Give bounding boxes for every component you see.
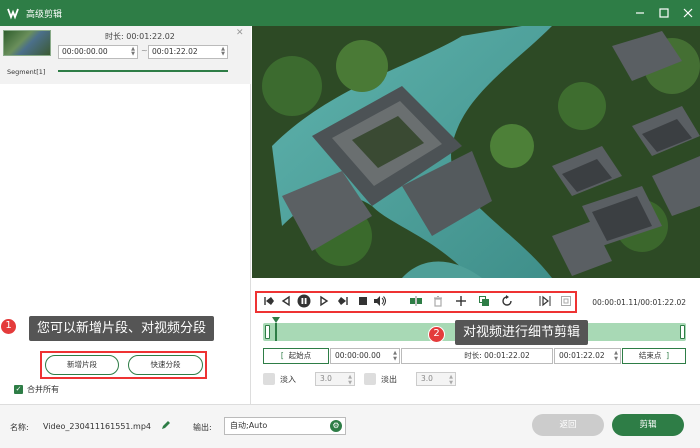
trim-start-input[interactable]: 00:00:00.00 ▲ ▼ <box>330 348 400 364</box>
spinner-icon[interactable]: ▲ ▼ <box>221 47 225 57</box>
merge-all-label: 合并所有 <box>27 385 59 394</box>
segment-range-separator: ~ <box>141 46 148 55</box>
app-logo-icon <box>6 6 20 20</box>
spinner-icon[interactable]: ▲ ▼ <box>614 350 618 362</box>
current-time-readout: 00:00:01.11/00:01:22.02 <box>592 298 686 307</box>
fade-in-input[interactable]: 3.0 ▲ ▼ <box>315 372 355 386</box>
export-button[interactable]: 剪辑 <box>612 414 684 436</box>
back-button[interactable]: 返回 <box>532 414 604 436</box>
title-bar: 高级剪辑 <box>0 0 700 26</box>
window-title: 高级剪辑 <box>26 9 63 20</box>
set-start-label: 起始点 <box>288 351 312 360</box>
trim-end-input[interactable]: 00:01:22.02 ▲ ▼ <box>554 348 621 364</box>
highlight-box-controls <box>255 291 577 313</box>
checkbox-checked-icon[interactable]: ✓ <box>14 385 23 394</box>
trim-start-value: 00:00:00.00 <box>335 351 381 360</box>
spinner-icon[interactable]: ▲ ▼ <box>449 374 453 386</box>
set-start-button[interactable]: [ 起始点 <box>263 348 329 364</box>
fade-out-input[interactable]: 3.0 ▲ ▼ <box>416 372 456 386</box>
segment-panel: 时长: 00:01:22.02 00:00:00.00 ▲ ▼ ~ 00:01:2… <box>0 26 251 404</box>
set-end-label: 结束点 <box>638 351 662 360</box>
output-format-select[interactable]: 自动;Auto ⚙ <box>224 417 346 435</box>
trim-end-value: 00:01:22.02 <box>559 351 605 360</box>
segment-end-value: 00:01:22.02 <box>152 47 198 56</box>
fast-split-button[interactable]: 快速分段 <box>128 355 203 375</box>
fade-in-option[interactable]: 淡入 3.0 ▲ ▼ <box>263 372 355 386</box>
spinner-icon[interactable]: ▲ ▼ <box>393 350 397 362</box>
spinner-icon[interactable]: ▲ ▼ <box>348 374 352 386</box>
trim-duration: 时长: 00:01:22.02 <box>401 348 553 364</box>
segment-end-input[interactable]: 00:01:22.02 ▲ ▼ <box>148 45 228 59</box>
bottom-bar: 名称: Video_230411161551.mp4 输出: 自动;Auto ⚙… <box>0 404 700 448</box>
tip-number-2: 2 <box>428 326 445 343</box>
video-frame-image <box>252 26 700 278</box>
segment-item[interactable]: 时长: 00:01:22.02 00:00:00.00 ▲ ▼ ~ 00:01:2… <box>0 26 251 84</box>
playhead-line <box>275 323 277 341</box>
segment-progress-bar <box>58 70 228 72</box>
tip-callout-1: 您可以新增片段、对视频分段 <box>29 316 215 341</box>
segment-duration: 时长: 00:01:22.02 <box>105 32 175 41</box>
tip-callout-2: 对视频进行细节剪辑 <box>455 320 589 345</box>
output-label: 输出: <box>193 423 212 432</box>
fade-out-checkbox[interactable] <box>364 373 376 385</box>
playhead-marker[interactable] <box>272 317 280 323</box>
fade-in-checkbox[interactable] <box>263 373 275 385</box>
tip-number-1: 1 <box>0 318 17 335</box>
video-preview <box>252 26 700 278</box>
add-segment-button[interactable]: 新增片段 <box>45 355 119 375</box>
trim-settings: [ 起始点 00:00:00.00 ▲ ▼ 时长: 00:01:22.02 00:… <box>263 348 686 364</box>
trim-duration-value: 时长: 00:01:22.02 <box>464 351 530 360</box>
close-icon[interactable] <box>682 7 694 19</box>
minimize-icon[interactable] <box>634 7 646 19</box>
fade-in-value: 3.0 <box>320 374 332 383</box>
fade-out-label: 淡出 <box>381 374 397 384</box>
edit-name-icon[interactable] <box>161 420 171 433</box>
segment-thumbnail <box>3 30 51 56</box>
output-format-value: 自动;Auto <box>230 421 268 430</box>
spinner-icon[interactable]: ▲ ▼ <box>131 47 135 57</box>
segment-start-input[interactable]: 00:00:00.00 ▲ ▼ <box>58 45 138 59</box>
timeline-end-handle[interactable] <box>680 325 685 339</box>
fade-out-option[interactable]: 淡出 3.0 ▲ ▼ <box>364 372 456 386</box>
segment-name: Segment[1] <box>7 68 46 76</box>
name-label: 名称: <box>10 423 29 432</box>
segment-start-value: 00:00:00.00 <box>62 47 108 56</box>
set-end-button[interactable]: 结束点 ] <box>622 348 686 364</box>
delete-segment-icon[interactable]: ✕ <box>236 28 244 38</box>
timeline-start-handle[interactable] <box>265 325 270 339</box>
gear-icon[interactable]: ⚙ <box>330 420 342 432</box>
fade-in-label: 淡入 <box>280 374 296 384</box>
merge-all-option[interactable]: ✓ 合并所有 <box>14 384 59 395</box>
maximize-icon[interactable] <box>658 7 670 19</box>
fade-out-value: 3.0 <box>421 374 433 383</box>
output-file-name: Video_230411161551.mp4 <box>43 422 151 431</box>
